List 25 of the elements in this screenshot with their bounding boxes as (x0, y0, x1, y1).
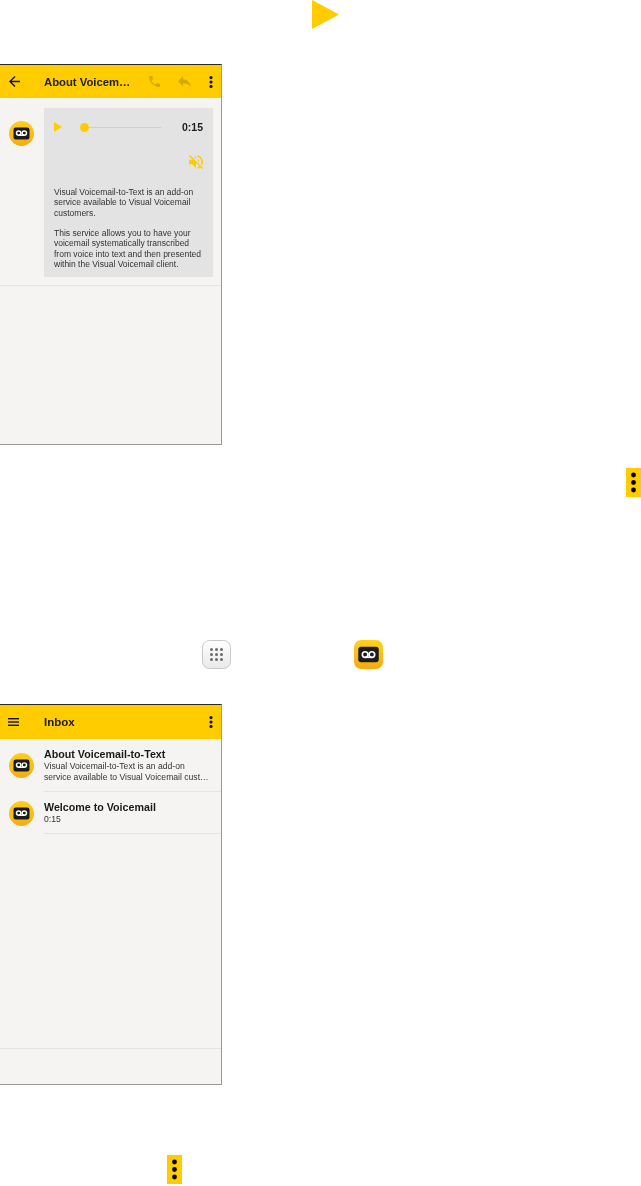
menu-icon[interactable] (8, 718, 19, 726)
speaker-muted-icon[interactable] (189, 155, 203, 169)
voicemail-avatar-icon (9, 800, 34, 826)
voicemail-app-icon (354, 640, 383, 669)
more-options-icon (626, 468, 641, 497)
more-options-icon[interactable] (209, 716, 213, 728)
voicemail-avatar-icon (9, 753, 34, 778)
apps-icon (202, 640, 231, 669)
duration-label: 0:15 (182, 121, 203, 133)
seek-bar[interactable] (80, 122, 161, 132)
screen-title: About Voicem… (44, 75, 131, 88)
triangle-marker-icon (312, 0, 339, 29)
transcript-text: Visual Voicemail-to-Text is an add-on service available to Visual Voicemail customers. (54, 187, 195, 218)
message-preview: 0:15 (44, 814, 62, 825)
message-title[interactable]: Welcome to Voicemail (44, 801, 221, 814)
message-title[interactable]: About Voicemail-to-Text (44, 748, 221, 761)
message-preview: Visual Voicemail-to-Text is an add-on service available to Visual Voicemail cust… (44, 761, 210, 783)
back-arrow-icon[interactable] (9, 76, 20, 87)
transcript-text: This service allows you to have your voicemail systematically transcribed from voice into text and then presented within the Visual Voicemail client. (54, 228, 202, 270)
voicemail-avatar-icon (9, 121, 34, 146)
seek-thumb[interactable] (80, 122, 89, 132)
play-icon[interactable] (54, 122, 62, 132)
more-options-icon (167, 1155, 182, 1184)
more-options-icon[interactable] (209, 75, 213, 88)
screen-title: Inbox (44, 716, 75, 728)
